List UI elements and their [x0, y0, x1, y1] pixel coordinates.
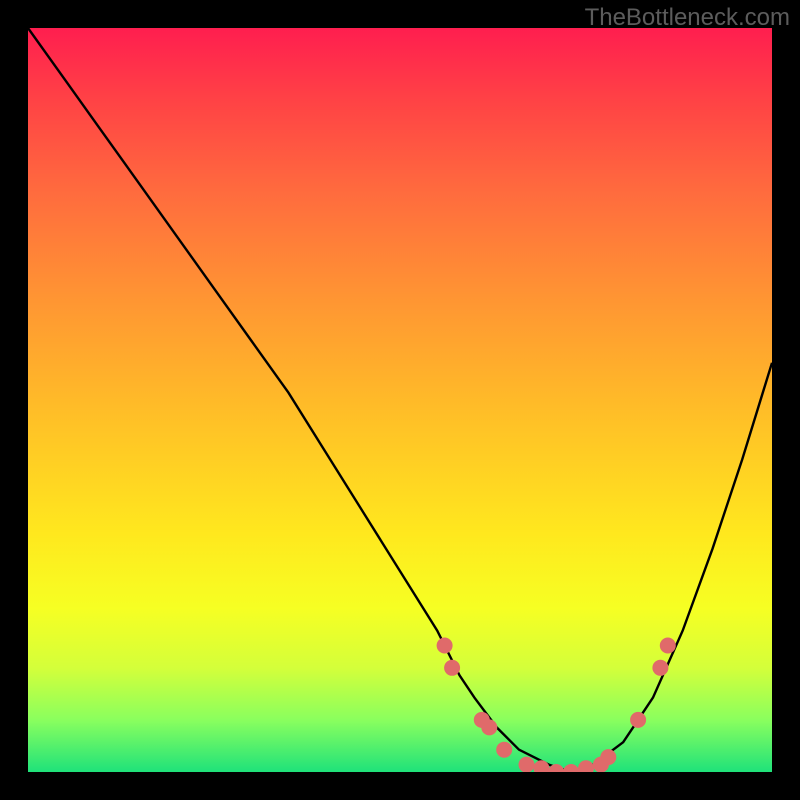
marker-dot: [533, 760, 549, 772]
marker-dot: [600, 749, 616, 765]
watermark-text: TheBottleneck.com: [585, 4, 790, 32]
marker-dot: [437, 638, 453, 654]
chart-frame: TheBottleneck.com: [0, 0, 800, 800]
marker-dot: [496, 742, 512, 758]
marker-dot: [563, 764, 579, 772]
marker-dot: [578, 760, 594, 772]
marker-dot: [660, 638, 676, 654]
curve-layer: [28, 28, 772, 772]
marker-group: [437, 638, 676, 773]
marker-dot: [652, 660, 668, 676]
plot-area: [28, 28, 772, 772]
marker-dot: [519, 757, 535, 772]
marker-dot: [630, 712, 646, 728]
marker-dot: [444, 660, 460, 676]
marker-dot: [481, 719, 497, 735]
